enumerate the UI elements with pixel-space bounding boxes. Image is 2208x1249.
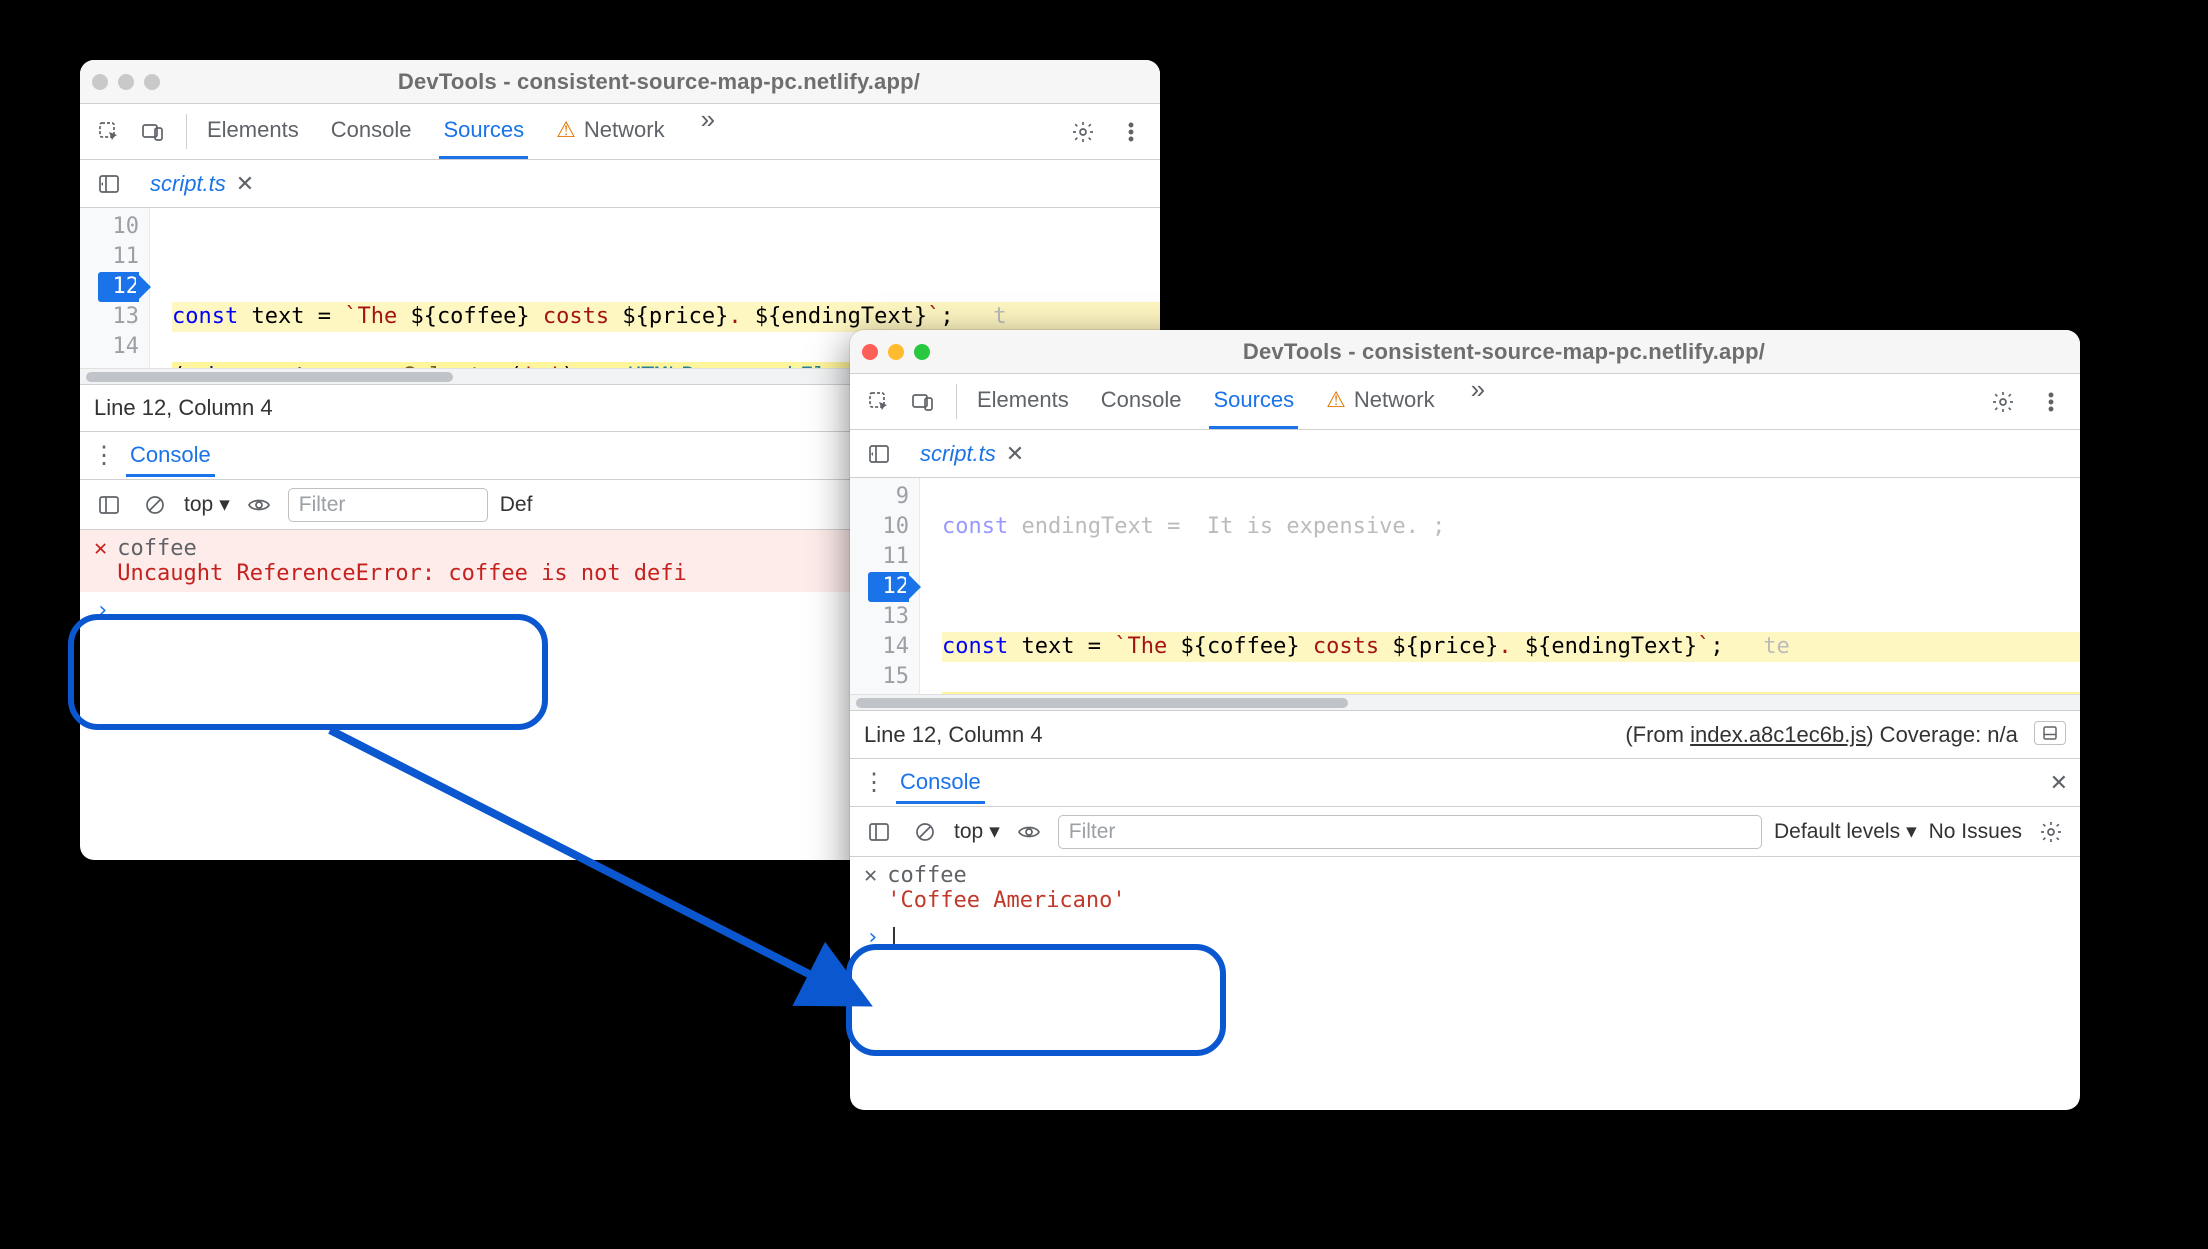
tab-sources[interactable]: Sources	[439, 104, 528, 159]
console-error-message: Uncaught ReferenceError: coffee is not d…	[117, 561, 687, 586]
drawer-menu-icon[interactable]: ⋮	[862, 768, 886, 797]
inspect-icon[interactable]	[92, 115, 126, 149]
console-entry: ✕ coffee 'Coffee Americano'	[850, 857, 2080, 919]
traffic-lights[interactable]	[862, 344, 930, 360]
console-result: 'Coffee Americano'	[887, 888, 1125, 913]
cursor-position: Line 12, Column 4	[864, 722, 1043, 748]
main-toolbar: Elements Console Sources ⚠ Network »	[80, 104, 1160, 160]
console-input-echo: coffee	[117, 536, 687, 561]
chevron-down-icon: ▾	[1906, 819, 1917, 844]
device-icon[interactable]	[906, 385, 940, 419]
log-levels[interactable]: Default levels▾	[1774, 819, 1917, 844]
tab-elements[interactable]: Elements	[203, 104, 303, 159]
file-tab[interactable]: script.ts ✕	[910, 435, 1034, 473]
sidebar-toggle-icon[interactable]	[92, 488, 126, 522]
code-lines: const endingText = It is expensive. ; co…	[920, 478, 2080, 694]
settings-icon[interactable]	[1986, 385, 2020, 419]
code-editor[interactable]: 9 10 11 12 13 14 15 const endingText = I…	[850, 478, 2080, 694]
kebab-icon[interactable]	[2034, 385, 2068, 419]
context-selector[interactable]: top▾	[184, 492, 230, 517]
drawer-close-icon[interactable]: ✕	[2050, 770, 2068, 796]
panel-tabs: Elements Console Sources ⚠ Network »	[973, 374, 1493, 429]
gutter: 9 10 11 12 13 14 15	[850, 478, 920, 694]
chevron-down-icon: ▾	[989, 819, 1000, 844]
drawer-tab-console[interactable]: Console	[896, 761, 985, 804]
zoom-dot[interactable]	[144, 74, 160, 90]
titlebar[interactable]: DevTools - consistent-source-map-pc.netl…	[850, 330, 2080, 374]
console-input-echo: coffee	[887, 863, 1125, 888]
collapse-x-icon[interactable]: ✕	[864, 863, 877, 888]
panel-tabs: Elements Console Sources ⚠ Network »	[203, 104, 723, 159]
clear-console-icon[interactable]	[138, 488, 172, 522]
minimize-dot[interactable]	[118, 74, 134, 90]
scrollbar-thumb[interactable]	[856, 698, 1348, 708]
error-x-icon[interactable]: ✕	[94, 536, 107, 561]
console-settings-icon[interactable]	[2034, 815, 2068, 849]
filter-input[interactable]: Filter	[288, 488, 488, 522]
live-expression-icon[interactable]	[242, 488, 276, 522]
console-prompt[interactable]: ›	[850, 919, 2080, 956]
filter-input[interactable]: Filter	[1058, 815, 1762, 849]
scrollbar-thumb[interactable]	[86, 372, 453, 382]
coverage-toggle-icon[interactable]	[2034, 721, 2066, 745]
live-expression-icon[interactable]	[1012, 815, 1046, 849]
tab-network[interactable]: ⚠ Network	[552, 104, 668, 159]
log-levels[interactable]: Def	[500, 493, 533, 517]
sidebar-toggle-icon[interactable]	[862, 815, 896, 849]
sourcemap-from: (From index.a8c1ec6b.js) Coverage: n/a	[1625, 721, 2066, 748]
settings-icon[interactable]	[1066, 115, 1100, 149]
cursor-position: Line 12, Column 4	[94, 395, 273, 421]
tab-console[interactable]: Console	[327, 104, 416, 159]
close-dot[interactable]	[92, 74, 108, 90]
kebab-icon[interactable]	[1114, 115, 1148, 149]
tab-network[interactable]: ⚠ Network	[1322, 374, 1438, 429]
more-tabs-icon[interactable]: »	[1463, 374, 1493, 429]
warning-icon: ⚠	[1326, 387, 1346, 413]
navigator-toggle-icon[interactable]	[862, 437, 896, 471]
titlebar[interactable]: DevTools - consistent-source-map-pc.netl…	[80, 60, 1160, 104]
window-title: DevTools - consistent-source-map-pc.netl…	[170, 69, 1148, 95]
file-name: script.ts	[920, 441, 996, 467]
file-tab-bar: script.ts ✕	[850, 430, 2080, 478]
navigator-toggle-icon[interactable]	[92, 167, 126, 201]
horizontal-scrollbar[interactable]	[850, 694, 2080, 710]
close-icon[interactable]: ✕	[236, 171, 254, 197]
drawer-menu-icon[interactable]: ⋮	[92, 441, 116, 470]
main-toolbar: Elements Console Sources ⚠ Network »	[850, 374, 2080, 430]
traffic-lights[interactable]	[92, 74, 160, 90]
devtools-window-after: DevTools - consistent-source-map-pc.netl…	[850, 330, 2080, 1110]
console-toolbar: top▾ Filter Default levels▾ No Issues	[850, 807, 2080, 857]
issues-indicator[interactable]: No Issues	[1929, 820, 2022, 844]
gutter: 10 11 12 13 14	[80, 208, 150, 368]
close-dot[interactable]	[862, 344, 878, 360]
clear-console-icon[interactable]	[908, 815, 942, 849]
file-name: script.ts	[150, 171, 226, 197]
file-tab-bar: script.ts ✕	[80, 160, 1160, 208]
window-title: DevTools - consistent-source-map-pc.netl…	[940, 339, 2068, 365]
chevron-down-icon: ▾	[219, 492, 230, 517]
drawer-tabs: ⋮ Console ✕	[850, 759, 2080, 807]
status-bar: Line 12, Column 4 (From index.a8c1ec6b.j…	[850, 710, 2080, 759]
minimize-dot[interactable]	[888, 344, 904, 360]
zoom-dot[interactable]	[914, 344, 930, 360]
inspect-icon[interactable]	[862, 385, 896, 419]
drawer-tab-console[interactable]: Console	[126, 434, 215, 477]
tab-elements[interactable]: Elements	[973, 374, 1073, 429]
close-icon[interactable]: ✕	[1006, 441, 1024, 467]
more-tabs-icon[interactable]: »	[693, 104, 723, 159]
tab-sources[interactable]: Sources	[1209, 374, 1298, 429]
context-selector[interactable]: top▾	[954, 819, 1000, 844]
warning-icon: ⚠	[556, 117, 576, 143]
tab-console[interactable]: Console	[1097, 374, 1186, 429]
device-icon[interactable]	[136, 115, 170, 149]
file-tab[interactable]: script.ts ✕	[140, 165, 264, 203]
console-body: ✕ coffee 'Coffee Americano' ›	[850, 857, 2080, 956]
